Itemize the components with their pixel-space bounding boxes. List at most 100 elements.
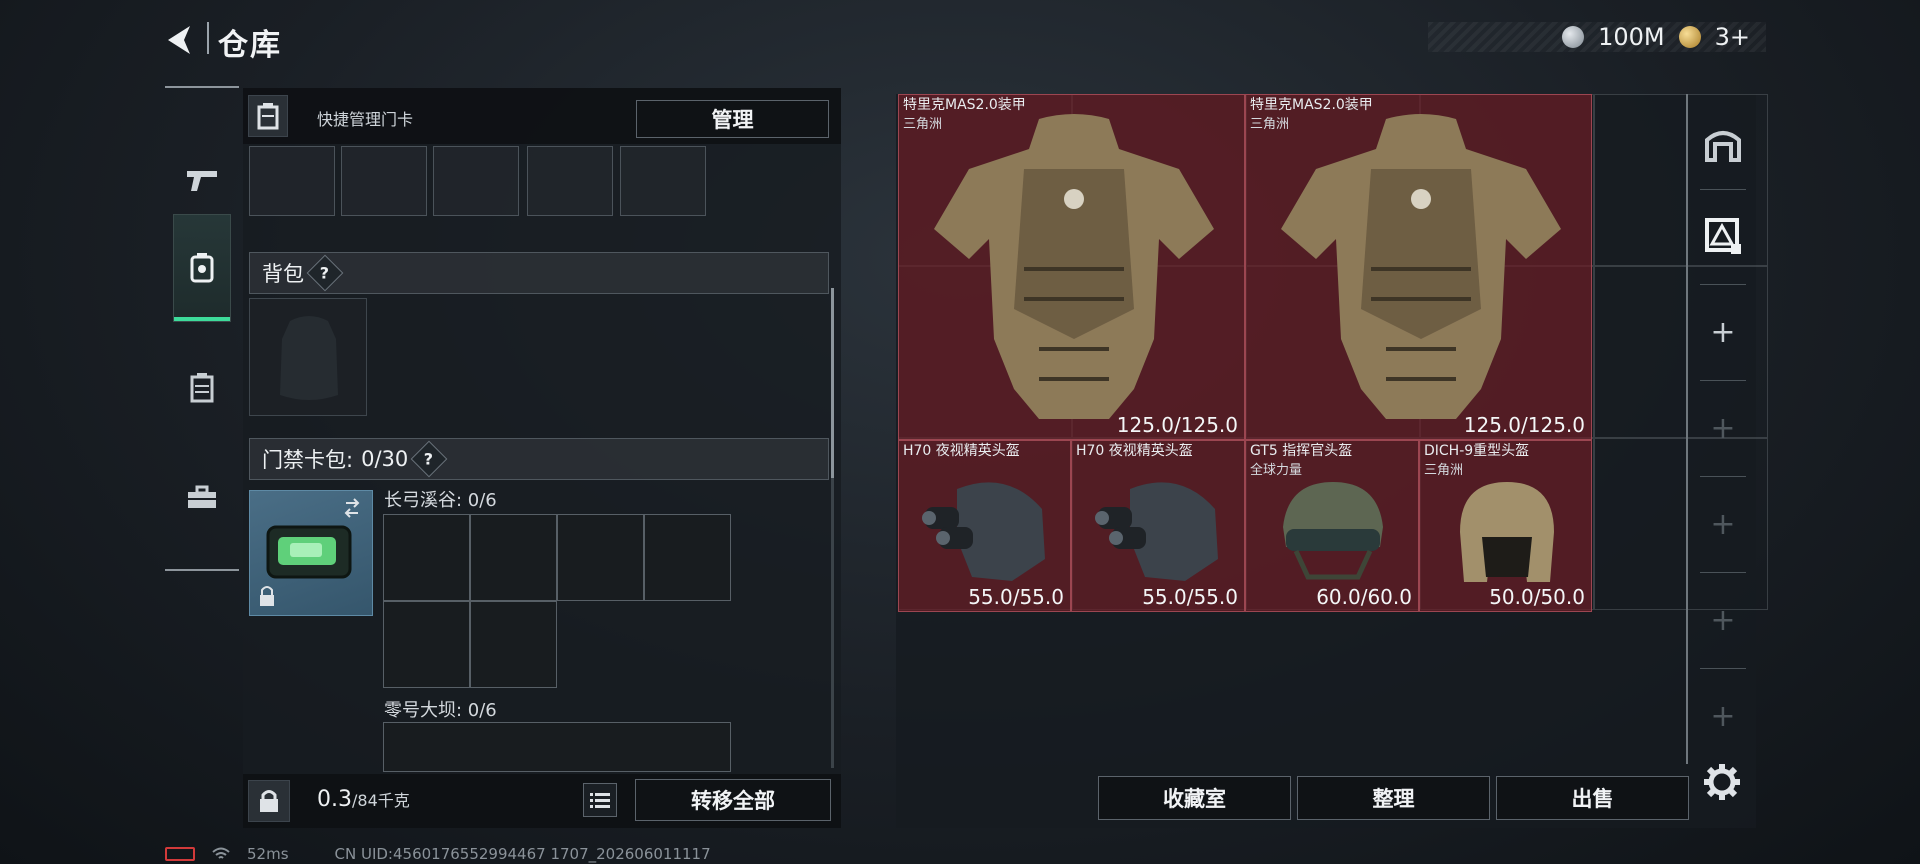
- backpack-gear-icon: [190, 253, 214, 283]
- stash-scrollbar[interactable]: [1686, 94, 1688, 764]
- grid-slot[interactable]: [383, 601, 470, 688]
- keycard-label: 门禁卡包:: [262, 448, 354, 472]
- keycard-case-slot[interactable]: [249, 490, 373, 616]
- stash-item[interactable]: DICH-9重型头盔 三角洲 50.0/50.0: [1419, 440, 1592, 612]
- page-title: 仓库: [218, 28, 282, 63]
- nav-item-toolbox[interactable]: [173, 442, 231, 552]
- loadout-footer: 0.3/84千克 转移全部: [243, 774, 841, 828]
- add-stash-button[interactable]: +: [1698, 494, 1748, 554]
- heavy-helmet-icon: [1460, 482, 1554, 582]
- add-stash-button[interactable]: +: [1698, 302, 1748, 362]
- weight-value: 0.3: [317, 787, 352, 812]
- tab-divider: [1700, 380, 1746, 381]
- slot[interactable]: [527, 146, 613, 216]
- back-arrow-icon: [168, 26, 190, 54]
- card-header-label: 快捷管理门卡: [317, 110, 414, 129]
- grid-label-lingao: 零号大坝: 0/6: [384, 700, 497, 721]
- plus-icon: +: [1710, 602, 1736, 638]
- list-icon: [590, 793, 610, 808]
- stash-item[interactable]: 特里克MAS2.0装甲 三角洲 125.0/125.0: [1245, 94, 1592, 440]
- item-subtitle: 全球力量: [1250, 463, 1303, 478]
- grid-slot[interactable]: [383, 722, 731, 772]
- collection-room-button[interactable]: 收藏室: [1098, 776, 1291, 820]
- uid-text: CN UID:4560176552994467 1707_20260601111…: [334, 845, 711, 863]
- body-armor-icon: [934, 114, 1214, 419]
- case-icon: [257, 103, 279, 130]
- slot[interactable]: [433, 146, 519, 216]
- currency-amount: 100M: [1598, 23, 1665, 51]
- plus-icon: +: [1710, 506, 1736, 542]
- stash-item[interactable]: 特里克MAS2.0装甲 三角洲 125.0/125.0: [898, 94, 1245, 440]
- battery-icon: [165, 847, 195, 861]
- list-view-button[interactable]: [583, 783, 617, 817]
- wifi-icon: [212, 847, 230, 859]
- stash-tab-safehouse[interactable]: [1698, 114, 1748, 174]
- add-stash-button[interactable]: +: [1698, 398, 1748, 458]
- stash-item[interactable]: GT5 指挥官头盔 全球力量 60.0/60.0: [1245, 440, 1419, 612]
- plus-icon: +: [1710, 410, 1736, 446]
- currency-coin-icon: [1562, 26, 1585, 48]
- help-icon[interactable]: ?: [306, 254, 344, 292]
- body-armor-icon: [1281, 114, 1561, 419]
- night-vision-helmet-icon: [1095, 482, 1218, 581]
- commander-helmet-icon: [1283, 482, 1383, 580]
- transfer-all-button[interactable]: 转移全部: [635, 779, 831, 821]
- item-durability: 55.0/55.0: [1142, 585, 1238, 609]
- slot[interactable]: [620, 146, 706, 216]
- manage-button[interactable]: 管理: [636, 100, 829, 138]
- backpack-label: 背包: [262, 262, 304, 286]
- gear-icon: [1704, 764, 1740, 800]
- card-header-icon-box: [248, 95, 288, 137]
- safehouse-icon: [1705, 131, 1741, 162]
- toolbox-icon: [188, 485, 216, 508]
- add-stash-button[interactable]: +: [1698, 590, 1748, 650]
- nav-item-equipment[interactable]: [173, 214, 231, 322]
- grid-slot[interactable]: [470, 601, 557, 688]
- left-nav: [165, 86, 239, 571]
- grid-slot[interactable]: [383, 514, 470, 601]
- slot[interactable]: [341, 146, 427, 216]
- keycard-count: 0/30: [361, 447, 409, 471]
- case-icon: [190, 373, 214, 403]
- backpack-slot[interactable]: [249, 298, 367, 416]
- settings-button[interactable]: [1702, 762, 1742, 802]
- stash-item[interactable]: H70 夜视精英头盔 55.0/55.0: [1071, 440, 1245, 612]
- item-durability: 125.0/125.0: [1116, 413, 1238, 437]
- delta-stash-icon: [1705, 218, 1741, 254]
- plus-icon: +: [1710, 314, 1736, 350]
- header-divider: [207, 22, 209, 54]
- keycard-section: 门禁卡包: 0/30 ?: [249, 438, 829, 480]
- grid-slot[interactable]: [470, 514, 557, 601]
- add-stash-button[interactable]: +: [1698, 686, 1748, 746]
- stash-item[interactable]: H70 夜视精英头盔 55.0/55.0: [898, 440, 1071, 612]
- grid-slot[interactable]: [557, 514, 644, 601]
- loadout-panel: 快捷管理门卡 管理 背包 ? 门禁卡包: 0/30 ? 长弓溪谷: 0/6 零号…: [243, 88, 841, 828]
- keycard-case-icon: [260, 498, 360, 606]
- weight-unit: /84千克: [352, 791, 410, 810]
- stash-tabs: + + + + +: [1690, 94, 1756, 794]
- item-subtitle: 三角洲: [1424, 463, 1464, 478]
- plus-icon: +: [1710, 698, 1736, 734]
- lock-icon: [260, 790, 278, 812]
- sort-button[interactable]: 整理: [1297, 776, 1490, 820]
- gold-coin-icon: [1678, 26, 1701, 48]
- grid-label-changgong: 长弓溪谷: 0/6: [384, 490, 497, 511]
- back-button[interactable]: [162, 22, 202, 58]
- card-manage-header: 快捷管理门卡 管理: [243, 88, 841, 144]
- scroll-thumb[interactable]: [831, 288, 834, 478]
- grid-slot[interactable]: [644, 514, 731, 601]
- help-icon[interactable]: ?: [410, 440, 448, 478]
- stash-tab-delta[interactable]: [1698, 206, 1748, 266]
- tab-divider: [1700, 572, 1746, 573]
- backpack-section: 背包 ?: [249, 252, 829, 294]
- night-vision-helmet-icon: [922, 482, 1045, 581]
- item-durability: 50.0/50.0: [1489, 585, 1585, 609]
- sell-button[interactable]: 出售: [1496, 776, 1689, 820]
- slot[interactable]: [249, 146, 335, 216]
- nav-item-cases[interactable]: [173, 332, 231, 442]
- item-durability: 125.0/125.0: [1463, 413, 1585, 437]
- item-name: DICH-9重型头盔: [1424, 443, 1530, 459]
- tab-divider: [1700, 476, 1746, 477]
- tab-divider: [1700, 189, 1746, 190]
- nav-bottom-line: [165, 569, 239, 571]
